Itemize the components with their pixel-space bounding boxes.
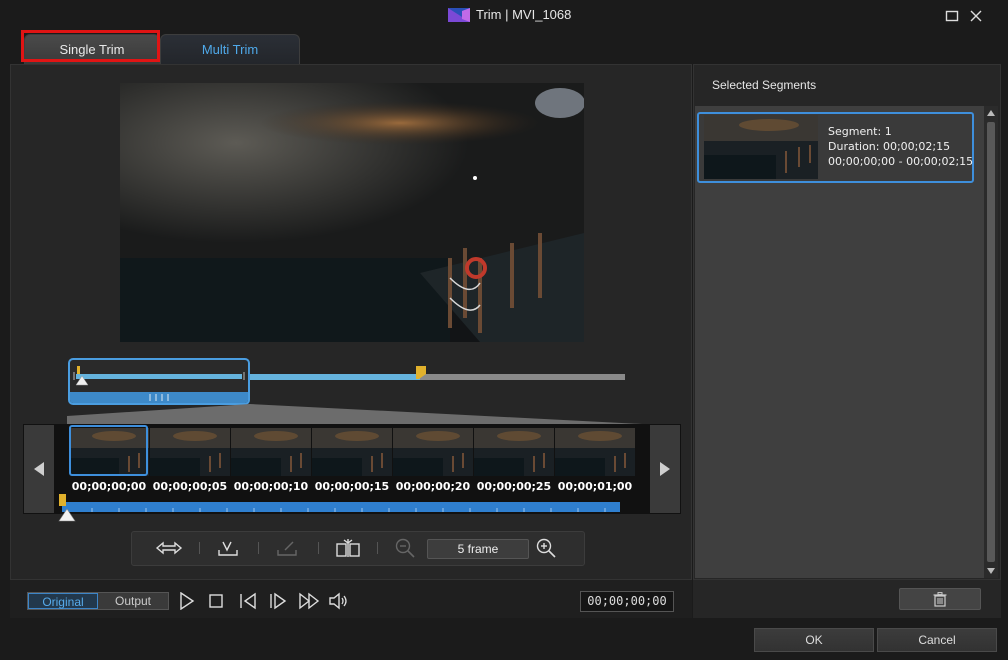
zoom-level-field[interactable]: 5 frame (427, 539, 529, 559)
filmstrip-frame[interactable] (69, 428, 149, 476)
maximize-icon[interactable] (944, 8, 960, 24)
filmstrip-frame[interactable] (312, 428, 392, 476)
filmstrip-progress-bar[interactable] (62, 501, 620, 513)
filmstrip-frame[interactable] (393, 428, 473, 476)
stop-icon[interactable] (208, 592, 224, 610)
split-icon[interactable] (335, 537, 361, 559)
volume-icon[interactable] (328, 592, 350, 610)
mark-in-icon[interactable] (216, 537, 240, 559)
segment-range: 00;00;00;00 - 00;00;02;15 (828, 155, 974, 168)
filmstrip-frame[interactable] (474, 428, 554, 476)
window-title: Trim | MVI_1068 (476, 7, 572, 22)
frame-timecode: 00;00;00;20 (395, 480, 471, 493)
cancel-button[interactable]: Cancel (877, 628, 997, 652)
filmstrip-frame[interactable] (555, 428, 635, 476)
frame-timecode: 00;00;00;25 (476, 480, 552, 493)
frame-timecode: 00;00;00;00 (71, 480, 147, 493)
mark-out-icon[interactable] (275, 537, 299, 559)
filmstrip-prev-button[interactable] (24, 425, 54, 513)
play-icon[interactable] (179, 592, 195, 610)
ok-button[interactable]: OK (754, 628, 874, 652)
scroll-up-icon[interactable] (986, 108, 996, 118)
zoom-out-icon[interactable] (394, 537, 416, 559)
playhead-marker-icon[interactable] (57, 494, 77, 522)
segments-title: Selected Segments (712, 78, 817, 92)
zoom-wedge (67, 404, 681, 426)
filmstrip-frame[interactable] (231, 428, 311, 476)
filmstrip-frame[interactable] (150, 428, 230, 476)
scrollbar-thumb[interactable] (987, 122, 995, 562)
timecode-display[interactable]: 00;00;00;00 (580, 591, 674, 612)
trim-window-track (73, 372, 245, 380)
tab-multi-trim[interactable]: Multi Trim (160, 34, 300, 64)
app-logo-icon (448, 8, 470, 22)
trash-icon (933, 592, 947, 607)
toolbar-separator (199, 542, 200, 554)
triangle-right-icon (660, 462, 670, 476)
scroll-down-icon[interactable] (986, 566, 996, 576)
segment-number: Segment: 1 (828, 125, 892, 138)
previous-frame-icon[interactable] (238, 592, 258, 610)
output-toggle[interactable]: Output (98, 593, 168, 609)
frame-timecode: 00;00;00;05 (152, 480, 228, 493)
segment-duration: Duration: 00;00;02;15 (828, 140, 951, 153)
toolbar-separator (318, 542, 319, 554)
preview-mode-toggle: Original Output (27, 592, 169, 610)
frame-timecode: 00;00;01;00 (557, 480, 633, 493)
segment-thumbnail (704, 115, 818, 179)
zoom-in-icon[interactable] (535, 537, 557, 559)
triangle-left-icon (34, 462, 44, 476)
filmstrip-next-button[interactable] (650, 425, 680, 513)
fast-forward-icon[interactable] (298, 592, 320, 610)
frame-timecode: 00;00;00;10 (233, 480, 309, 493)
tab-single-trim[interactable]: Single Trim (24, 34, 160, 64)
video-preview (120, 83, 584, 342)
frame-timecode: 00;00;00;15 (314, 480, 390, 493)
toolbar-separator (377, 542, 378, 554)
grip-lines-icon (149, 394, 169, 401)
delete-segment-button[interactable] (899, 588, 981, 610)
original-toggle[interactable]: Original (28, 593, 98, 609)
fit-icon[interactable] (155, 537, 183, 559)
mark-in-marker-icon[interactable] (75, 366, 89, 386)
mark-out-marker-icon[interactable] (415, 366, 427, 380)
next-frame-icon[interactable] (268, 592, 288, 610)
close-icon[interactable] (968, 8, 984, 24)
toolbar-separator (258, 542, 259, 554)
